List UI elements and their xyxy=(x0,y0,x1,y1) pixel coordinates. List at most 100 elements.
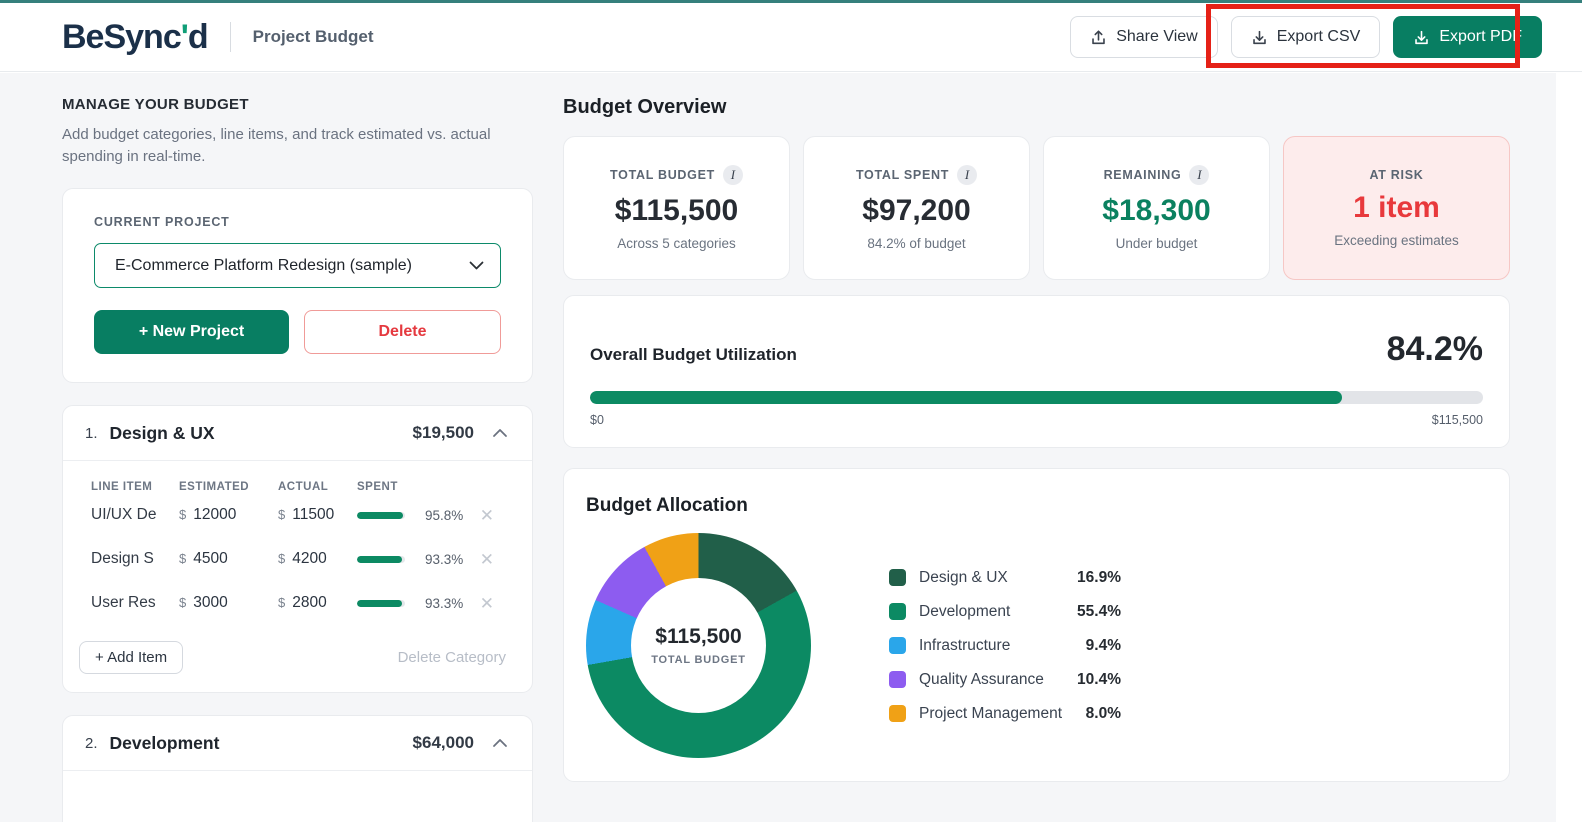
add-item-button[interactable]: + Add Item xyxy=(79,641,184,674)
legend-item: Infrastructure 9.4% xyxy=(889,629,1121,663)
delete-category-button[interactable]: Delete Category xyxy=(398,649,506,666)
new-project-button[interactable]: + New Project xyxy=(94,310,289,354)
stat-value: $18,300 xyxy=(1102,194,1211,227)
actual-field[interactable]: $2800 xyxy=(278,594,357,612)
estimated-value: 3000 xyxy=(193,594,228,611)
currency-symbol: $ xyxy=(278,507,286,522)
estimated-field[interactable]: $4500 xyxy=(179,550,278,568)
legend-item: Development 55.4% xyxy=(889,595,1121,629)
allocation-card: Budget Allocation $115,500 TOTAL BUDGET … xyxy=(563,468,1510,782)
estimated-field[interactable]: $12000 xyxy=(179,506,278,524)
category-header[interactable]: 1. Design & UX $19,500 xyxy=(63,406,532,461)
chevron-up-icon[interactable] xyxy=(492,428,508,438)
allocation-donut-chart: $115,500 TOTAL BUDGET xyxy=(586,533,811,758)
share-view-button[interactable]: Share View xyxy=(1070,16,1218,58)
donut-center-label: TOTAL BUDGET xyxy=(651,654,746,666)
delete-project-button[interactable]: Delete xyxy=(304,310,501,354)
donut-center: $115,500 TOTAL BUDGET xyxy=(631,578,766,713)
stat-subtitle: Exceeding estimates xyxy=(1334,233,1459,248)
legend-swatch xyxy=(889,603,906,620)
legend-item: Design & UX 16.9% xyxy=(889,561,1121,595)
project-select[interactable]: E-Commerce Platform Redesign (sample) xyxy=(94,243,501,288)
allocation-title: Budget Allocation xyxy=(586,495,748,516)
line-item-name-field[interactable]: User Res xyxy=(91,594,165,612)
stat-label: TOTAL BUDGET xyxy=(610,168,715,182)
spent-progress-bar xyxy=(357,599,405,607)
stat-card-total-budget: TOTAL BUDGET I $115,500 Across 5 categor… xyxy=(563,136,790,280)
info-icon[interactable]: I xyxy=(957,165,978,185)
line-item-table: LINE ITEM ESTIMATED ACTUAL SPENT UI/UX D… xyxy=(63,461,532,625)
category-header[interactable]: 2. Development $64,000 xyxy=(63,716,532,771)
export-pdf-label: Export PDF xyxy=(1439,28,1522,45)
legend-swatch xyxy=(889,705,906,722)
remove-item-icon[interactable]: ✕ xyxy=(471,595,518,612)
estimated-field[interactable]: $3000 xyxy=(179,594,278,612)
allocation-legend: Design & UX 16.9% Development 55.4% Infr… xyxy=(889,561,1121,731)
col-spent: SPENT xyxy=(357,481,398,493)
legend-label: Quality Assurance xyxy=(919,670,1044,688)
stat-subtitle: 84.2% of budget xyxy=(867,236,966,251)
actual-value: 2800 xyxy=(292,594,327,611)
info-icon[interactable]: I xyxy=(722,165,743,185)
spent-progress-bar xyxy=(357,555,405,563)
spent-percent: 93.3% xyxy=(425,595,464,611)
category-name: Development xyxy=(109,732,220,753)
export-csv-label: Export CSV xyxy=(1276,28,1361,45)
stat-subtitle: Under budget xyxy=(1115,236,1198,251)
project-select-value: E-Commerce Platform Redesign (sample) xyxy=(115,256,412,274)
overview-heading: Budget Overview xyxy=(563,96,727,118)
share-view-label: Share View xyxy=(1116,28,1198,45)
category-amount: $19,500 xyxy=(412,423,474,442)
remove-item-icon[interactable]: ✕ xyxy=(471,551,518,568)
legend-swatch xyxy=(889,637,906,654)
current-project-label: CURRENT PROJECT xyxy=(94,215,230,229)
stat-card-at-risk: AT RISK 1 item Exceeding estimates xyxy=(1283,136,1510,280)
line-item-name-field[interactable]: UI/UX De xyxy=(91,506,165,524)
estimated-value: 12000 xyxy=(193,506,237,523)
header-divider xyxy=(229,22,231,52)
legend-percent: 10.4% xyxy=(1077,670,1121,688)
export-pdf-button[interactable]: Export PDF xyxy=(1393,16,1542,58)
actual-field[interactable]: $4200 xyxy=(278,550,357,568)
category-index: 1. xyxy=(85,424,98,442)
legend-percent: 9.4% xyxy=(1085,636,1121,654)
donut-center-value: $115,500 xyxy=(655,625,742,648)
app-header: BeSync'd Project Budget Share View Expor… xyxy=(0,3,1582,72)
actual-value: 11500 xyxy=(292,506,335,523)
legend-item: Quality Assurance 10.4% xyxy=(889,663,1121,697)
export-csv-button[interactable]: Export CSV xyxy=(1230,16,1381,58)
logo-apostrophe: ' xyxy=(180,17,189,56)
legend-percent: 55.4% xyxy=(1077,602,1121,620)
category-body-clipped xyxy=(63,771,532,822)
legend-label: Infrastructure xyxy=(919,636,1011,654)
line-item-row: Design S $4500 $4200 93.3% ✕ xyxy=(91,537,518,581)
actual-field[interactable]: $11500 xyxy=(278,506,357,524)
category-card-development: 2. Development $64,000 xyxy=(62,715,533,822)
stat-card-total-spent: TOTAL SPENT I $97,200 84.2% of budget xyxy=(803,136,1030,280)
legend-swatch xyxy=(889,569,906,586)
budget-manager-panel: MANAGE YOUR BUDGET Add budget categories… xyxy=(62,96,533,822)
stat-value: $97,200 xyxy=(862,194,971,227)
line-item-row: User Res $3000 $2800 93.3% ✕ xyxy=(91,581,518,625)
line-item-table-header: LINE ITEM ESTIMATED ACTUAL SPENT xyxy=(91,481,518,493)
spent-progress-bar xyxy=(357,511,405,519)
remove-item-icon[interactable]: ✕ xyxy=(471,507,518,524)
col-estimated: ESTIMATED xyxy=(179,481,250,493)
line-item-name-field[interactable]: Design S xyxy=(91,550,165,568)
stat-subtitle: Across 5 categories xyxy=(617,236,736,251)
currency-symbol: $ xyxy=(179,551,187,566)
stat-label: TOTAL SPENT xyxy=(855,168,950,182)
app-logo: BeSync'd xyxy=(62,17,209,57)
chevron-up-icon[interactable] xyxy=(492,738,508,748)
category-name: Design & UX xyxy=(109,422,215,443)
budget-overview-panel: Budget Overview TOTAL BUDGET I $115,500 … xyxy=(563,96,1510,822)
currency-symbol: $ xyxy=(278,595,286,610)
currency-symbol: $ xyxy=(179,507,187,522)
utilization-progress-bar xyxy=(590,391,1483,404)
logo-text-2: d xyxy=(187,17,209,56)
legend-swatch xyxy=(889,671,906,688)
info-icon[interactable]: I xyxy=(1189,165,1210,185)
utilization-percent: 84.2% xyxy=(1386,330,1483,368)
share-icon xyxy=(1092,29,1105,44)
spent-percent: 95.8% xyxy=(425,507,464,523)
